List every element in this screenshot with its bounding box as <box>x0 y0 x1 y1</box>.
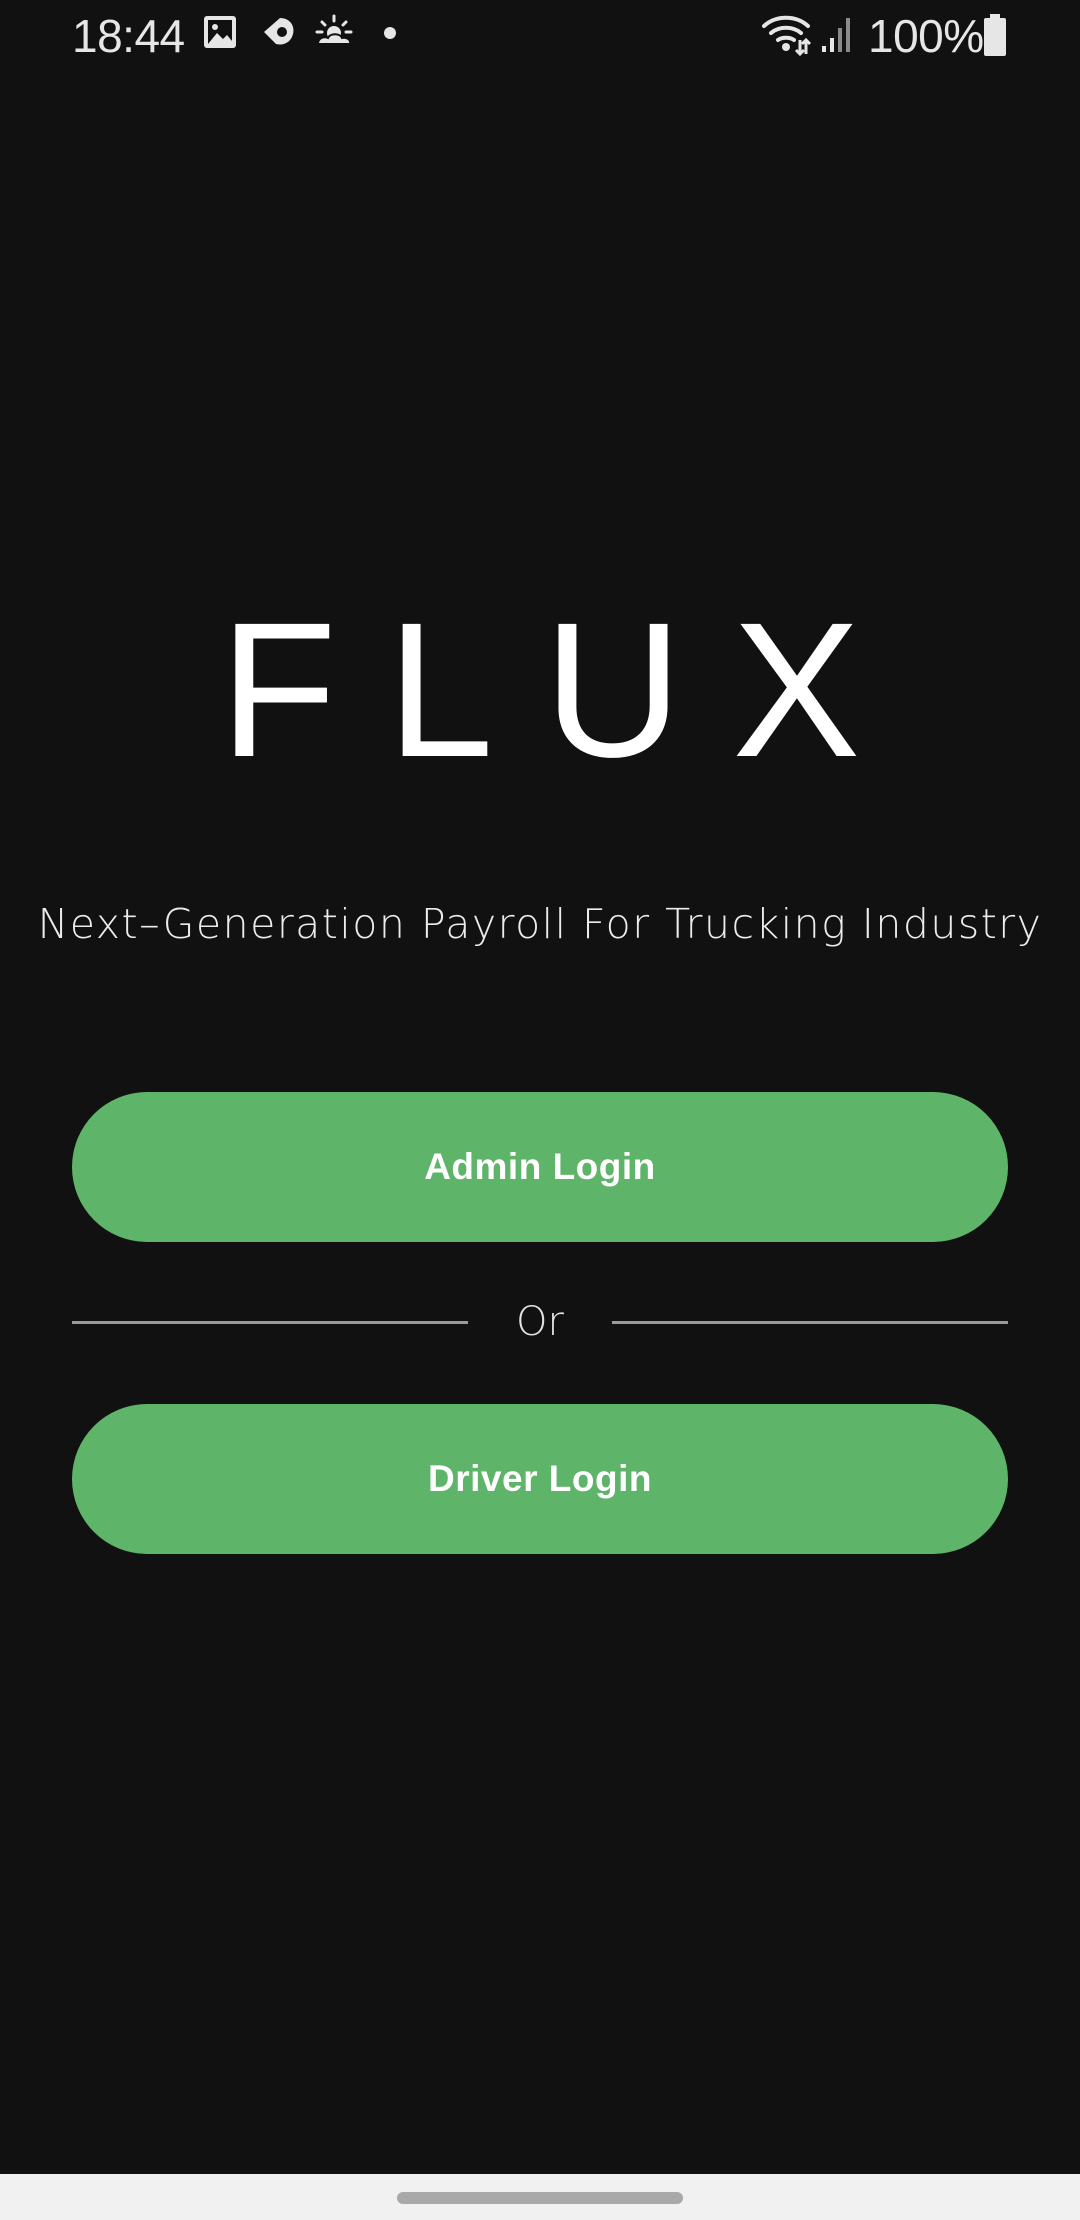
wifi-icon <box>760 12 812 57</box>
app-tagline: Next–Generation Payroll For Trucking Ind… <box>37 900 1043 948</box>
battery-icon <box>982 14 1008 56</box>
weather-icon <box>314 14 354 54</box>
battery-percent: 100% <box>868 10 984 62</box>
cloud-icon <box>260 14 298 54</box>
app-logo: FLUX <box>219 582 911 797</box>
dot-icon <box>383 26 397 66</box>
signal-icon <box>820 12 854 52</box>
home-handle[interactable] <box>397 2192 683 2204</box>
status-bar: 18:44 100% <box>0 0 1080 72</box>
or-divider: Or <box>72 1292 1008 1352</box>
driver-login-button[interactable]: Driver Login <box>72 1404 1008 1554</box>
admin-login-button[interactable]: Admin Login <box>72 1092 1008 1242</box>
status-time: 18:44 <box>72 10 185 62</box>
divider-line-right <box>612 1321 1008 1324</box>
navigation-bar <box>0 2174 1080 2220</box>
gallery-icon <box>202 14 238 54</box>
